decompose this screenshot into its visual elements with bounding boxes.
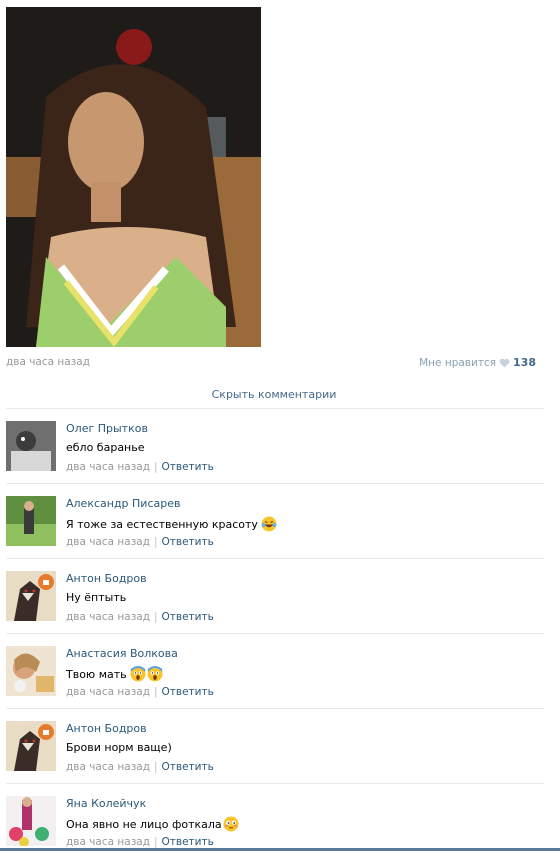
like-button[interactable]: Мне нравится 138 [419,356,536,369]
comment-text: Брови норм ваще) [66,741,172,754]
separator: | [153,836,158,848]
comment-footer: два часа назад | Ответить [66,761,214,773]
comment-time[interactable]: два часа назад [66,686,150,698]
comment-footer: два часа назад | Ответить [66,686,214,698]
avatar[interactable] [6,496,56,546]
comment-text-content: Она явно не лицо фоткала [66,817,222,831]
reply-link[interactable]: Ответить [162,461,214,473]
comment-footer: два часа назад | Ответить [66,836,214,848]
separator: | [153,536,158,548]
comment-text-content: ебло баранье [66,441,145,454]
separator: | [153,461,158,473]
post-photo[interactable] [6,7,261,347]
comment-text: Она явно не лицо фоткала [66,816,239,832]
comment-footer: два часа назад | Ответить [66,536,214,548]
reply-link[interactable]: Ответить [162,536,214,548]
comment-author[interactable]: Александр Писарев [66,497,180,510]
comment-time[interactable]: два часа назад [66,761,150,773]
comment-author[interactable]: Олег Прытков [66,422,148,435]
comment-item: Яна Колейчук Она явно не лицо фоткала дв… [6,784,544,851]
separator: | [153,761,158,773]
like-count: 138 [513,356,536,369]
comment-item: Антон Бодров Ну ёптыть два часа назад | От… [6,559,544,634]
separator: | [153,611,158,623]
comment-author[interactable]: Антон Бодров [66,722,147,735]
comment-footer: два часа назад | Ответить [66,461,214,473]
comment-text-content: Твою мать [66,667,127,681]
scream-emoji-icon [147,666,163,682]
comment-item: Антон Бодров Брови норм ваще) два часа н… [6,709,544,784]
comment-text: Ну ёптыть [66,591,126,604]
comment-time[interactable]: два часа назад [66,611,150,623]
comment-item: Олег Прытков ебло баранье два часа назад… [6,409,544,484]
heart-icon [499,358,510,368]
comment-time[interactable]: два часа назад [66,461,150,473]
comment-text-content: Я тоже за естественную красоту [66,517,258,531]
comment-author[interactable]: Яна Колейчук [66,797,146,810]
avatar[interactable] [6,721,56,771]
comment-text: Я тоже за естественную красоту [66,516,277,532]
reply-link[interactable]: Ответить [162,611,214,623]
reply-link[interactable]: Ответить [162,836,214,848]
comments-list: Олег Прытков ебло баранье два часа назад… [6,409,544,851]
comment-time[interactable]: два часа назад [66,836,150,848]
comment-text: ебло баранье [66,441,145,454]
post-meta: два часа назад Мне нравится 138 [6,356,542,370]
scream-emoji-icon [130,666,146,682]
laughing-tears-emoji-icon [261,516,277,532]
comment-item: Анастасия Волкова Твою мать два часа наз… [6,634,544,709]
flushed-emoji-icon [223,816,239,832]
reply-link[interactable]: Ответить [162,686,214,698]
comment-time[interactable]: два часа назад [66,536,150,548]
comment-author[interactable]: Антон Бодров [66,572,147,585]
post-time[interactable]: два часа назад [6,356,90,368]
hide-comments-link[interactable]: Скрыть комментарии [6,388,542,401]
comment-text: Твою мать [66,666,163,682]
like-label: Мне нравится [419,356,497,369]
avatar[interactable] [6,796,56,846]
comment-footer: два часа назад | Ответить [66,611,214,623]
comment-author[interactable]: Анастасия Волкова [66,647,178,660]
separator: | [153,686,158,698]
avatar[interactable] [6,646,56,696]
reply-link[interactable]: Ответить [162,761,214,773]
avatar[interactable] [6,571,56,621]
comment-item: Александр Писарев Я тоже за естественную… [6,484,544,559]
comment-text-content: Брови норм ваще) [66,741,172,754]
comment-text-content: Ну ёптыть [66,591,127,604]
avatar[interactable] [6,421,56,471]
